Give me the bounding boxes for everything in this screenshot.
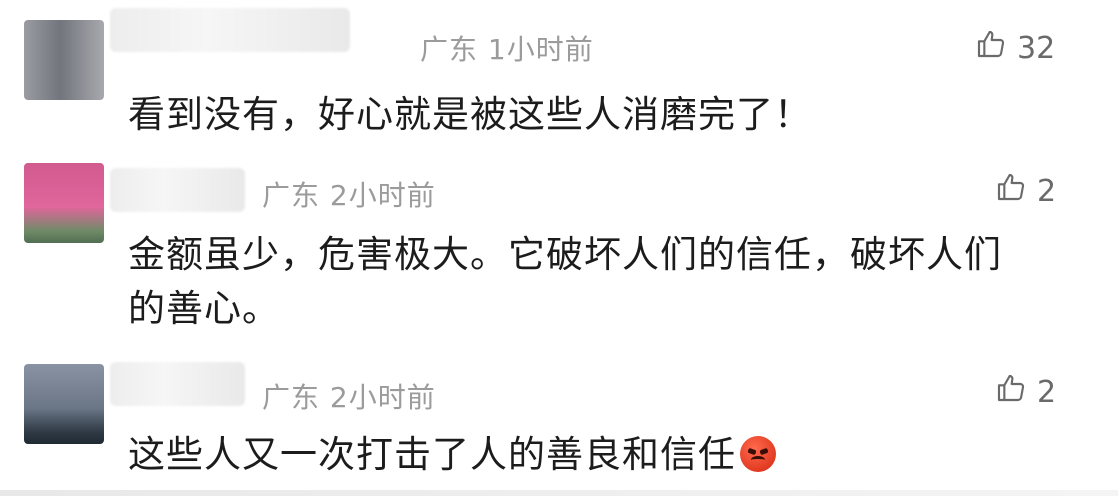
comment-text-line: 这些人又一次打击了人的善良和信任 bbox=[128, 428, 776, 482]
like-count: 2 bbox=[1037, 173, 1057, 209]
comment-text: 金额虽少，危害极大。它破坏人们的信任，破坏人们 的善心。 bbox=[128, 228, 1002, 336]
username-blurred[interactable] bbox=[110, 8, 350, 52]
comment-time: 2小时前 bbox=[329, 179, 436, 212]
comment-location: 广东 bbox=[262, 381, 321, 414]
comment-meta: 广东 2小时前 bbox=[262, 376, 436, 416]
avatar[interactable] bbox=[24, 163, 104, 243]
thumbs-up-icon bbox=[975, 28, 1007, 68]
comment-location: 广东 bbox=[262, 179, 321, 212]
comment-time: 2小时前 bbox=[329, 381, 436, 414]
angry-face-emoji bbox=[740, 436, 776, 472]
like-button[interactable]: 2 bbox=[995, 171, 1056, 211]
username-blurred[interactable] bbox=[110, 362, 245, 406]
avatar[interactable] bbox=[24, 364, 104, 444]
comment-meta: 广东 1小时前 bbox=[420, 28, 594, 68]
comment-meta: 广东 2小时前 bbox=[262, 174, 436, 214]
comment-time: 1小时前 bbox=[487, 33, 594, 66]
thumbs-up-icon bbox=[995, 372, 1027, 412]
comment-location: 广东 bbox=[420, 33, 479, 66]
comment-text-content: 这些人又一次打击了人的善良和信任 bbox=[128, 433, 736, 476]
username-blurred[interactable] bbox=[110, 168, 245, 212]
next-comment-edge bbox=[0, 490, 1118, 496]
avatar[interactable] bbox=[24, 20, 104, 100]
like-button[interactable]: 32 bbox=[975, 28, 1055, 68]
comment-text-line: 看到没有，好心就是被这些人消磨完了！ bbox=[128, 93, 812, 136]
comment-text: 看到没有，好心就是被这些人消磨完了！ bbox=[128, 88, 812, 142]
like-count: 32 bbox=[1017, 30, 1056, 66]
thumbs-up-icon bbox=[995, 171, 1027, 211]
like-count: 2 bbox=[1037, 374, 1057, 410]
comment-text: 这些人又一次打击了人的善良和信任 bbox=[128, 428, 776, 482]
comment-text-line: 金额虽少，危害极大。它破坏人们的信任，破坏人们 bbox=[128, 233, 1002, 276]
like-button[interactable]: 2 bbox=[995, 372, 1056, 412]
comment-text-line: 的善心。 bbox=[128, 287, 280, 330]
